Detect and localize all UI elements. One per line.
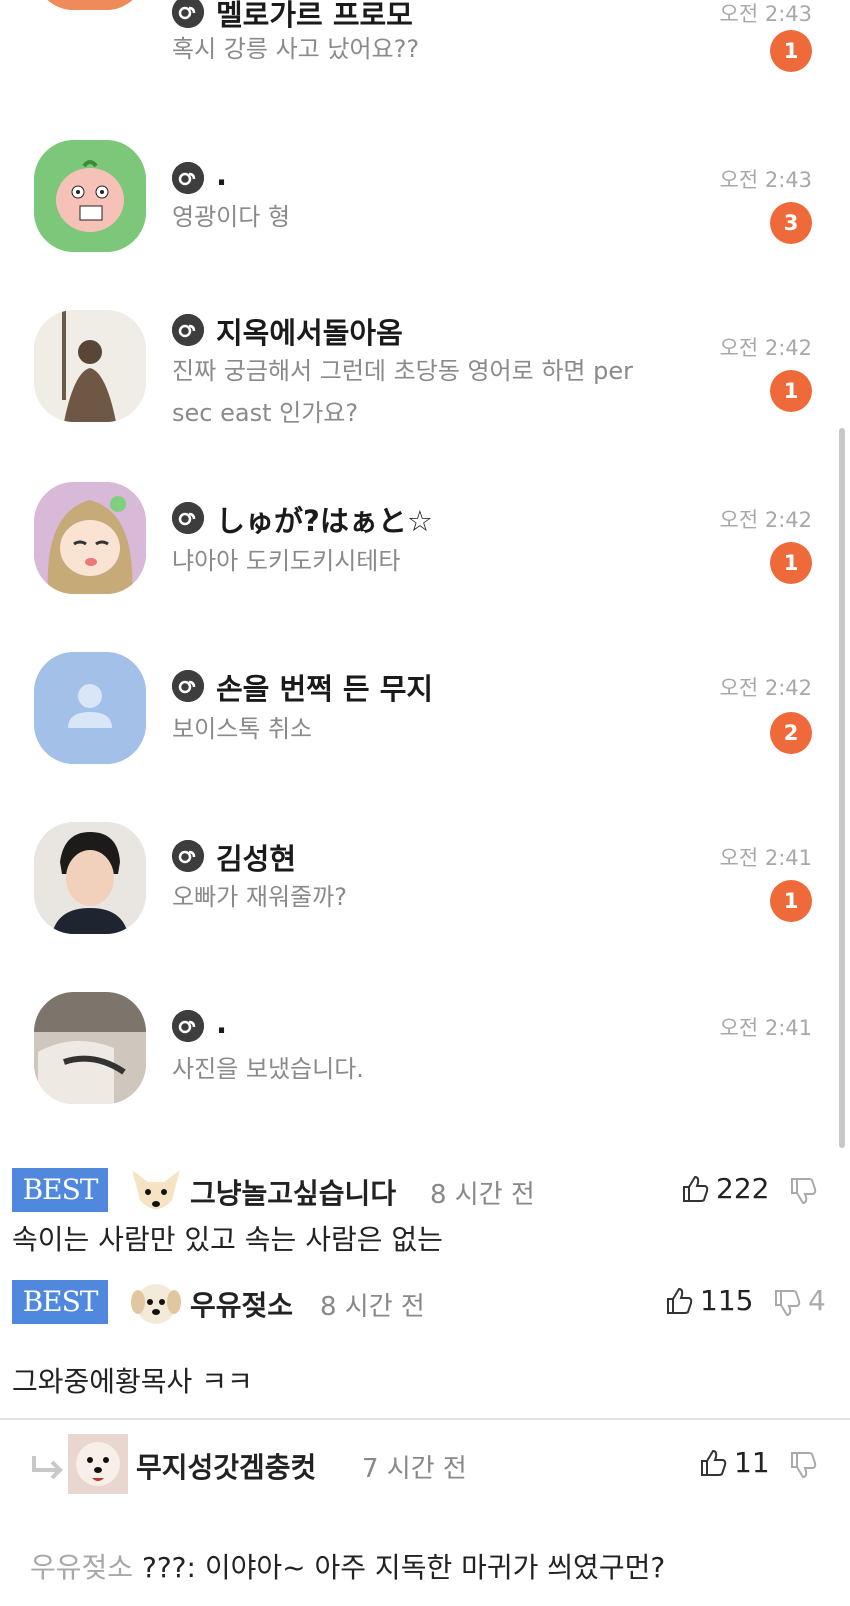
chihuahua-avatar — [126, 1160, 186, 1220]
unread-badge: 2 — [770, 712, 812, 754]
chat-time: 오전 2:42 — [719, 508, 812, 532]
person-avatar — [34, 822, 146, 934]
puppy-avatar — [126, 1272, 186, 1332]
chat-name: 손을 번쩍 든 무지 — [216, 672, 434, 706]
thumbs-down-icon[interactable] — [772, 1288, 802, 1318]
anime-avatar — [34, 482, 146, 594]
best-badge: BEST — [12, 1280, 108, 1324]
mention-tag[interactable]: 우유젖소 — [30, 1551, 133, 1584]
chat-row[interactable]: . 영광이다 형 오전 2:43 3 — [0, 140, 850, 312]
dog-avatar — [34, 0, 146, 10]
chat-message: 보이스톡 취소 — [172, 715, 313, 743]
unread-badge: 1 — [770, 542, 812, 584]
chat-name: 김성현 — [216, 842, 297, 876]
reply-nickname[interactable]: 무지성갓겜충컷 — [136, 1446, 316, 1486]
unread-badge: 1 — [770, 370, 812, 412]
chat-name: 지옥에서돌아옴 — [216, 316, 403, 350]
chat-list: 멜로가르 프로모 혹시 강릉 사고 났어요?? 오전 2:43 1 . 영광이다… — [0, 0, 850, 1150]
chat-time: 오전 2:42 — [719, 336, 812, 360]
chat-time: 오전 2:41 — [719, 1016, 812, 1040]
chat-row[interactable]: しゅが?はぁと☆ 냐아아 도키도키시테타 오전 2:42 1 — [0, 482, 850, 654]
chat-message: 사진을 보냈습니다. — [172, 1055, 364, 1083]
unread-badge: 1 — [770, 880, 812, 922]
photo-avatar-2 — [34, 992, 146, 1104]
comment-header: BEST 우유젖소 8 시간 전 115 4 — [0, 1272, 850, 1332]
chat-row[interactable]: 멜로가르 프로모 혹시 강릉 사고 났어요?? 오전 2:43 1 — [0, 0, 850, 72]
like-count: 222 — [716, 1172, 770, 1205]
divider — [0, 1418, 850, 1420]
chat-row[interactable]: 손을 번쩍 든 무지 보이스톡 취소 오전 2:42 2 — [0, 652, 850, 824]
reply-time: 7 시간 전 — [362, 1454, 467, 1484]
comment-time: 8 시간 전 — [430, 1180, 535, 1210]
like-count: 115 — [700, 1284, 754, 1317]
chat-row[interactable]: 김성현 오빠가 재워줄까? 오전 2:41 1 — [0, 822, 850, 994]
comment-body: 그와중에황목사 ㅋㅋ — [12, 1365, 253, 1398]
photo-avatar — [34, 310, 146, 422]
chat-row[interactable]: . 사진을 보냈습니다. 오전 2:41 — [0, 992, 850, 1164]
open-chat-icon — [172, 840, 204, 872]
comment-nickname[interactable]: 그냥놀고싶습니다 — [190, 1172, 396, 1212]
comment-time: 8 시간 전 — [320, 1292, 425, 1322]
chat-message: 진짜 궁금해서 그런데 초당동 영어로 하면 per sec east 인가요? — [172, 357, 633, 427]
chat-row[interactable]: 지옥에서돌아옴 진짜 궁금해서 그런데 초당동 영어로 하면 per sec e… — [0, 310, 850, 482]
open-chat-icon — [172, 1010, 204, 1042]
thumbs-up-icon[interactable] — [664, 1286, 694, 1316]
chat-time: 오전 2:43 — [719, 168, 812, 192]
best-badge: BEST — [12, 1168, 108, 1212]
reply-text: ???: 이야아~ 아주 지독한 마귀가 씌였구먼? — [141, 1551, 666, 1584]
default-avatar — [34, 652, 146, 764]
chat-time: 오전 2:41 — [719, 846, 812, 870]
like-count: 11 — [734, 1446, 770, 1479]
open-chat-icon — [172, 502, 204, 534]
thumbs-up-icon[interactable] — [698, 1448, 728, 1478]
open-chat-icon — [172, 0, 204, 28]
comment-body: 속이는 사람만 있고 속는 사람은 없는 — [12, 1223, 443, 1256]
peach-avatar — [34, 140, 146, 252]
reply-arrow-icon — [30, 1454, 64, 1480]
thumbs-down-icon[interactable] — [788, 1450, 818, 1480]
scrollbar[interactable] — [839, 428, 845, 1148]
chat-name: . — [216, 1006, 228, 1040]
open-chat-icon — [172, 314, 204, 346]
chat-message: 혹시 강릉 사고 났어요?? — [172, 35, 420, 63]
chat-time: 오전 2:43 — [719, 2, 812, 26]
chat-message: 오빠가 재워줄까? — [172, 883, 347, 911]
dog-photo-avatar — [68, 1434, 128, 1494]
chat-message: 영광이다 형 — [172, 203, 291, 231]
dislike-count: 4 — [808, 1284, 826, 1317]
thumbs-down-icon[interactable] — [788, 1176, 818, 1206]
comment-nickname[interactable]: 우유젖소 — [190, 1284, 293, 1324]
comment-header: BEST 그냥놀고싶습니다 8 시간 전 222 — [0, 1160, 850, 1220]
open-chat-icon — [172, 670, 204, 702]
open-chat-icon — [172, 162, 204, 194]
chat-time: 오전 2:42 — [719, 676, 812, 700]
unread-badge: 1 — [770, 30, 812, 72]
chat-name: しゅが?はぁと☆ — [216, 504, 433, 538]
thumbs-up-icon[interactable] — [680, 1174, 710, 1204]
chat-message: 냐아아 도키도키시테타 — [172, 547, 401, 575]
chat-name: . — [216, 158, 228, 192]
reply-header: 무지성갓겜충컷 7 시간 전 11 — [0, 1434, 850, 1494]
reply-body: 우유젖소 ???: 이야아~ 아주 지독한 마귀가 씌였구먼? — [30, 1546, 665, 1586]
unread-badge: 3 — [770, 202, 812, 244]
